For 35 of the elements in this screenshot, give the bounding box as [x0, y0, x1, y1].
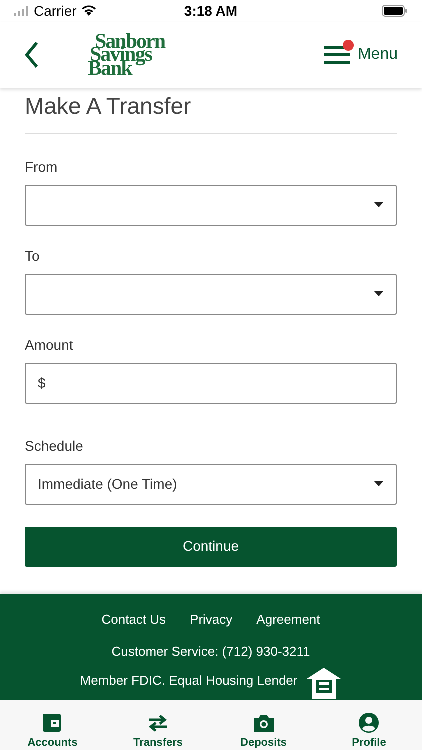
- caret-icon: [374, 481, 384, 488]
- tab-bar-item[interactable]: Deposits: [211, 700, 316, 750]
- footer-link[interactable]: Agreement: [256, 612, 320, 628]
- field-label: Schedule: [25, 438, 84, 455]
- carrier-name: Carrier: [34, 2, 77, 20]
- bank-logo: Sanborn Savings Bank: [88, 35, 166, 75]
- select-field[interactable]: [25, 184, 397, 226]
- caret-icon: [374, 291, 384, 298]
- tab-bar-item[interactable]: Transfers: [106, 700, 211, 750]
- member-text: Member FDIC. Equal Housing Lender: [80, 673, 298, 689]
- select-field[interactable]: Immediate (One Time): [25, 464, 397, 505]
- profile-icon: [358, 713, 380, 733]
- battery-icon: [382, 5, 408, 17]
- tab-bar-item[interactable]: Profile: [316, 700, 422, 750]
- footer-link[interactable]: Privacy: [190, 612, 233, 628]
- field-label: Amount: [25, 336, 74, 354]
- select-field[interactable]: [25, 274, 397, 315]
- caret-icon: [374, 202, 384, 208]
- field-label: To: [25, 248, 41, 265]
- page-title: Make A Transfer: [25, 88, 397, 134]
- menu-icon: [324, 45, 350, 65]
- status-time: 3:18 AM: [183, 2, 239, 20]
- wallet-icon: [42, 713, 64, 733]
- menu-button[interactable]: Menu: [324, 43, 398, 67]
- footer-link[interactable]: Contact Us: [102, 612, 166, 628]
- signal-icon: [14, 6, 30, 16]
- tab-bar-item[interactable]: Accounts: [0, 700, 106, 750]
- continue-button[interactable]: Continue: [25, 526, 397, 567]
- input-field[interactable]: $: [25, 362, 397, 404]
- transfer-arrows-icon: [147, 713, 170, 733]
- back-icon[interactable]: [24, 41, 40, 69]
- wifi-icon: [80, 4, 97, 17]
- customer-service-text: Customer Service: (712) 930-3211: [110, 644, 312, 660]
- camera-icon: [252, 713, 275, 733]
- field-label: From: [25, 158, 59, 176]
